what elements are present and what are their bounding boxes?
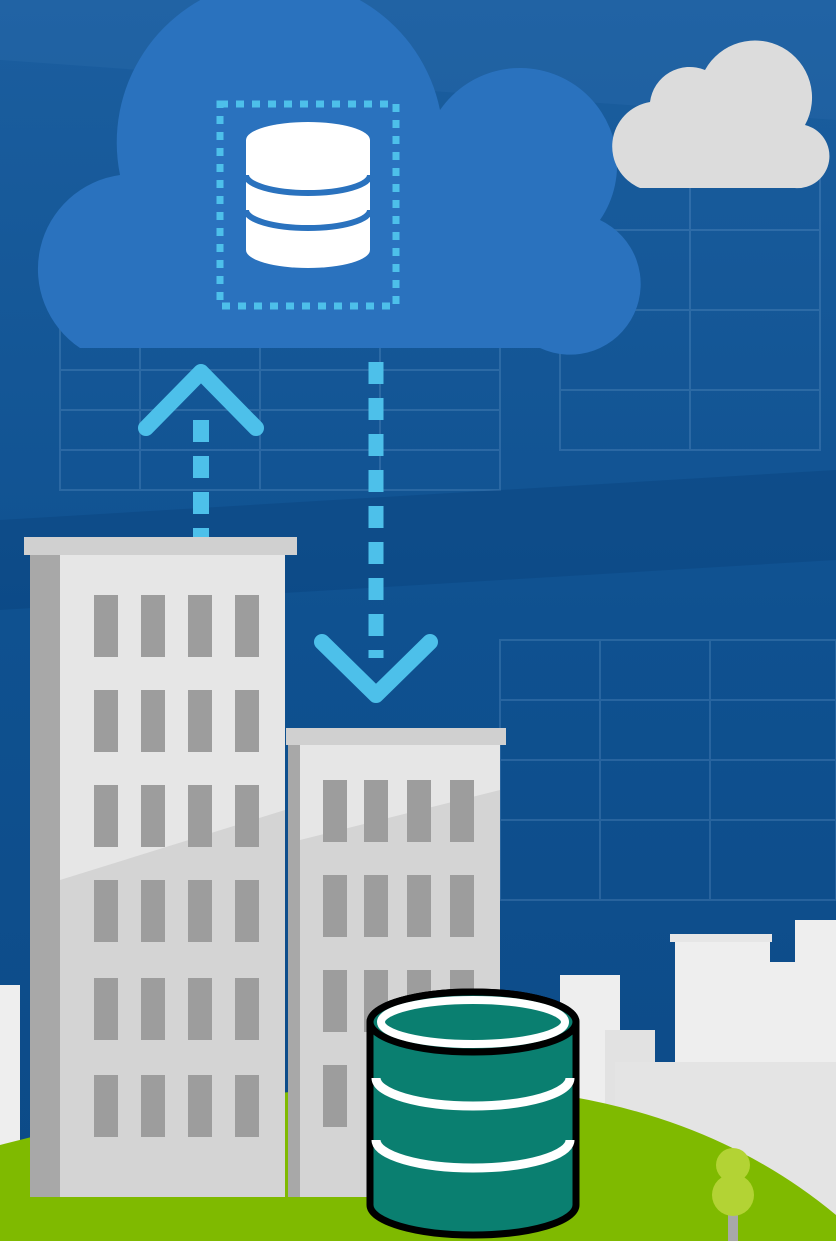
on-premises-database-icon bbox=[366, 988, 580, 1239]
office-building-icon bbox=[24, 537, 297, 1197]
hybrid-cloud-illustration bbox=[0, 0, 836, 1241]
